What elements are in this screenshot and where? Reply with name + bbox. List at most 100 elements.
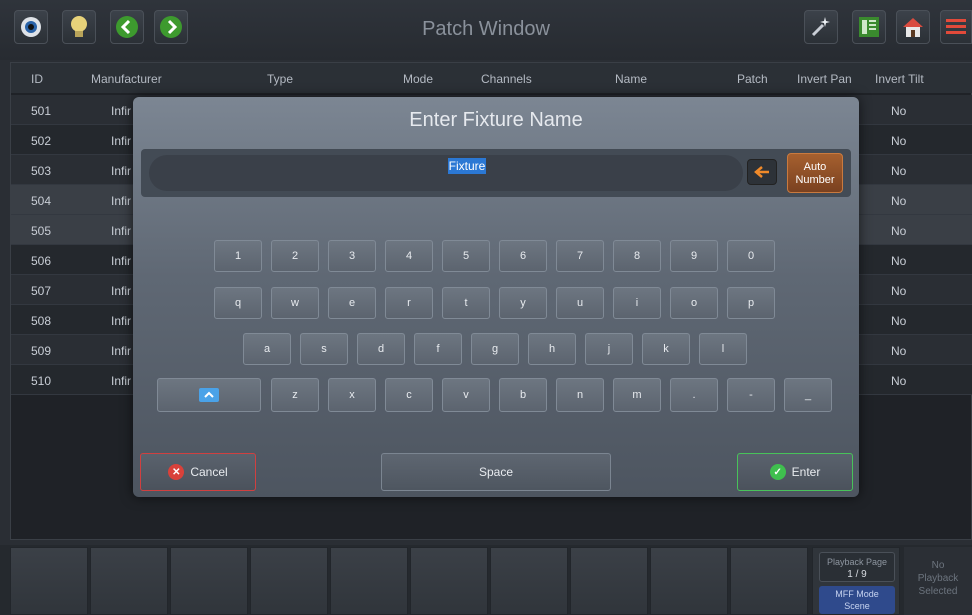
key-0[interactable]: 0 bbox=[727, 240, 775, 272]
fixture-name-value[interactable]: Fixture bbox=[447, 158, 487, 174]
key-e[interactable]: e bbox=[328, 287, 376, 319]
key-l[interactable]: l bbox=[699, 333, 747, 365]
key-7[interactable]: 7 bbox=[556, 240, 604, 272]
menu-button[interactable] bbox=[940, 10, 972, 44]
mff-mode-value: Scene bbox=[844, 601, 870, 611]
key-x[interactable]: x bbox=[328, 378, 376, 412]
auto-number-line2: Number bbox=[795, 174, 835, 186]
auto-number-button[interactable]: Auto Number bbox=[787, 153, 843, 193]
enter-label: Enter bbox=[791, 465, 821, 479]
playback-page-label: Playback Page bbox=[826, 557, 888, 567]
backspace-button[interactable] bbox=[747, 159, 777, 185]
cell-id: 509 bbox=[31, 344, 52, 358]
key-v[interactable]: v bbox=[442, 378, 490, 412]
key-5[interactable]: 5 bbox=[442, 240, 490, 272]
key-k[interactable]: k bbox=[642, 333, 690, 365]
cell-id: 510 bbox=[31, 374, 52, 388]
key-underscore[interactable]: _ bbox=[784, 378, 832, 412]
playback-slot[interactable] bbox=[330, 547, 408, 615]
key-n[interactable]: n bbox=[556, 378, 604, 412]
playback-slot[interactable] bbox=[250, 547, 328, 615]
key-o[interactable]: o bbox=[670, 287, 718, 319]
col-name[interactable]: Name bbox=[615, 72, 647, 86]
panel-button[interactable] bbox=[852, 10, 886, 44]
col-invert-pan[interactable]: Invert Pan bbox=[797, 72, 852, 86]
key-3[interactable]: 3 bbox=[328, 240, 376, 272]
cell-id: 506 bbox=[31, 254, 52, 268]
key-8[interactable]: 8 bbox=[613, 240, 661, 272]
key-y[interactable]: y bbox=[499, 287, 547, 319]
playback-slot[interactable] bbox=[570, 547, 648, 615]
shift-indicator bbox=[199, 388, 219, 402]
col-invert-tilt[interactable]: Invert Tilt bbox=[875, 72, 924, 86]
playback-slot[interactable] bbox=[90, 547, 168, 615]
key-u[interactable]: u bbox=[556, 287, 604, 319]
cancel-button[interactable]: ✕ Cancel bbox=[140, 453, 256, 491]
cell-manufacturer: Infir bbox=[111, 314, 132, 328]
cell-invert-tilt: No bbox=[891, 194, 907, 208]
col-type[interactable]: Type bbox=[267, 72, 293, 86]
enter-button[interactable]: ✓ Enter bbox=[737, 453, 853, 491]
enter-fixture-name-dialog: Enter Fixture Name Fixture Auto Number 1… bbox=[133, 97, 859, 497]
key-9[interactable]: 9 bbox=[670, 240, 718, 272]
key-w[interactable]: w bbox=[271, 287, 319, 319]
cell-id: 503 bbox=[31, 164, 52, 178]
key-h[interactable]: h bbox=[528, 333, 576, 365]
playback-slot[interactable] bbox=[730, 547, 808, 615]
cell-manufacturer: Infir bbox=[111, 254, 132, 268]
home-icon bbox=[903, 18, 923, 37]
cell-invert-tilt: No bbox=[891, 164, 907, 178]
playback-slot[interactable] bbox=[650, 547, 728, 615]
auto-number-line1: Auto bbox=[803, 161, 827, 173]
key-t[interactable]: t bbox=[442, 287, 490, 319]
playback-slot[interactable] bbox=[410, 547, 488, 615]
cell-invert-tilt: No bbox=[891, 344, 907, 358]
cell-manufacturer: Infir bbox=[111, 374, 132, 388]
playback-slot[interactable] bbox=[10, 547, 88, 615]
shift-key[interactable] bbox=[157, 378, 261, 412]
space-button[interactable]: Space bbox=[381, 453, 611, 491]
key-4[interactable]: 4 bbox=[385, 240, 433, 272]
cell-invert-tilt: No bbox=[891, 314, 907, 328]
playback-slot[interactable] bbox=[170, 547, 248, 615]
key-g[interactable]: g bbox=[471, 333, 519, 365]
key-d[interactable]: d bbox=[357, 333, 405, 365]
col-manufacturer[interactable]: Manufacturer bbox=[91, 72, 162, 86]
key-s[interactable]: s bbox=[300, 333, 348, 365]
key-hyphen[interactable]: - bbox=[727, 378, 775, 412]
playback-page-button[interactable]: Playback Page 1 / 9 bbox=[819, 552, 895, 582]
magic-wand-button[interactable] bbox=[804, 10, 838, 44]
panel-icon bbox=[859, 17, 879, 37]
key-r[interactable]: r bbox=[385, 287, 433, 319]
cell-manufacturer: Infir bbox=[111, 164, 132, 178]
key-6[interactable]: 6 bbox=[499, 240, 547, 272]
home-button[interactable] bbox=[896, 10, 930, 44]
cell-id: 504 bbox=[31, 194, 52, 208]
table-header: ID Manufacturer Type Mode Channels Name … bbox=[11, 63, 972, 93]
key-j[interactable]: j bbox=[585, 333, 633, 365]
playback-slot[interactable] bbox=[490, 547, 568, 615]
key-f[interactable]: f bbox=[414, 333, 462, 365]
col-patch[interactable]: Patch bbox=[737, 72, 768, 86]
key-q[interactable]: q bbox=[214, 287, 262, 319]
col-mode[interactable]: Mode bbox=[403, 72, 433, 86]
key-period[interactable]: . bbox=[670, 378, 718, 412]
playback-page-value: 1 / 9 bbox=[847, 569, 867, 580]
key-a[interactable]: a bbox=[243, 333, 291, 365]
cell-invert-tilt: No bbox=[891, 224, 907, 238]
key-p[interactable]: p bbox=[727, 287, 775, 319]
col-channels[interactable]: Channels bbox=[481, 72, 532, 86]
input-bar: Fixture Auto Number bbox=[141, 149, 851, 197]
bottom-bar: Playback Page 1 / 9 MFF Mode Scene No Pl… bbox=[0, 545, 972, 615]
key-z[interactable]: z bbox=[271, 378, 319, 412]
no-playback-selected: No Playback Selected bbox=[904, 547, 972, 615]
mff-mode-button[interactable]: MFF Mode Scene bbox=[819, 586, 895, 614]
key-b[interactable]: b bbox=[499, 378, 547, 412]
key-m[interactable]: m bbox=[613, 378, 661, 412]
key-2[interactable]: 2 bbox=[271, 240, 319, 272]
key-1[interactable]: 1 bbox=[214, 240, 262, 272]
key-c[interactable]: c bbox=[385, 378, 433, 412]
cell-id: 505 bbox=[31, 224, 52, 238]
col-id[interactable]: ID bbox=[31, 72, 43, 86]
key-i[interactable]: i bbox=[613, 287, 661, 319]
